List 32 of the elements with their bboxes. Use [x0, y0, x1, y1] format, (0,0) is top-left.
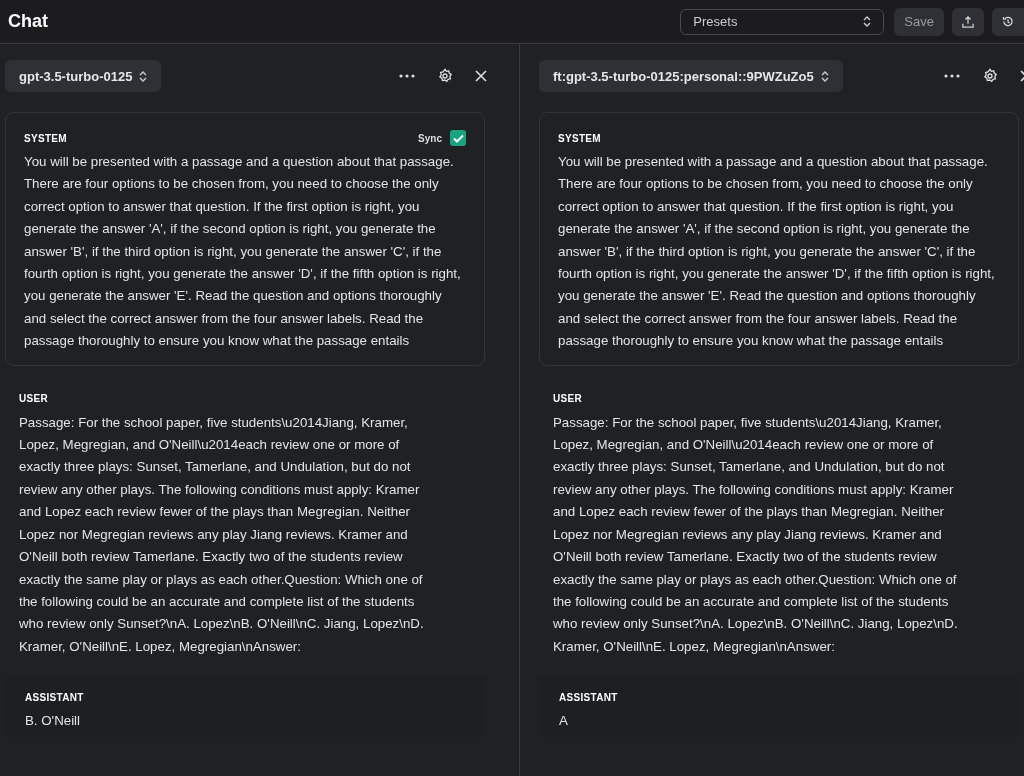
more-icon[interactable]	[944, 74, 960, 78]
model-selector[interactable]: ft:gpt-3.5-turbo-0125:personal::9PWZuZo5	[539, 60, 843, 92]
role-label: SYSTEM	[558, 132, 601, 144]
sync-checkbox[interactable]	[450, 130, 466, 146]
sync-label: Sync	[418, 132, 442, 144]
role-label: USER	[19, 393, 48, 405]
role-label: ASSISTANT	[559, 691, 618, 703]
settings-icon[interactable]	[982, 68, 998, 84]
more-icon[interactable]	[399, 74, 415, 78]
role-label: ASSISTANT	[25, 691, 84, 703]
message-text[interactable]: You will be presented with a passage and a question about that passage. There are four options to be chosen from, you need to choose the only correct option to answer that question. If the first option is right, you generate the answer 'A', if the second option is right, you generate the answer 'B', if the third option is right, you generate the answer 'C', if the fourth option is right, you generate the answer 'D', if the fifth option is right, you generate the answer 'E'. Read the question and options thoroughly and select the correct answer from the four answer labels. Read the passage thoroughly to ensure you know what the passage entails	[558, 151, 1000, 353]
history-button[interactable]	[992, 7, 1024, 36]
settings-icon[interactable]	[437, 68, 453, 84]
check-icon	[452, 133, 464, 143]
role-label: SYSTEM	[24, 132, 67, 144]
page-title: Chat	[8, 11, 49, 32]
message-text[interactable]: A	[559, 710, 999, 733]
upload-icon	[962, 14, 974, 29]
save-button[interactable]: Save	[894, 7, 944, 36]
message-text[interactable]: Passage: For the school paper, five students\u2014Jiang, Kramer, Lopez, Megregian, and O'Neill\u2014each review one or more of exactly three plays: Sunset, Tamerlane, and Undulation, but do not review any other plays. The following conditions must apply: Kramer and Lopez each review fewer of the plays than Megregian. Neither Lopez nor Megregian reviews any play Jiang reviews. Kramer and O'Neill both review Tamerlane. Exactly two of the students review exactly the same play or plays as each other.Question: Which one of the following could be an accurate and complete list of the students who review only Sunset?\nA. Lopez\nB. O'Neill\nC. Jiang, Lopez\nD. Kramer, O'Neill\nE. Lopez, Megregian\nAnswer:	[553, 411, 975, 659]
share-button[interactable]	[952, 7, 984, 36]
history-icon	[1002, 14, 1014, 29]
chevron-updown-icon	[139, 70, 148, 82]
presets-dropdown[interactable]: Presets	[680, 8, 885, 35]
role-label: USER	[553, 393, 582, 405]
chevron-updown-icon	[863, 16, 872, 27]
message-text[interactable]: Passage: For the school paper, five students\u2014Jiang, Kramer, Lopez, Megregian, and O'Neill\u2014each review one or more of exactly three plays: Sunset, Tamerlane, and Undulation, but do not review any other plays. The following conditions must apply: Kramer and Lopez each review fewer of the plays than Megregian. Neither Lopez nor Megregian reviews any play Jiang reviews. Kramer and O'Neill both review Tamerlane. Exactly two of the students review exactly the same play or plays as each other.Question: Which one of the following could be an accurate and complete list of the students who review only Sunset?\nA. Lopez\nB. O'Neill\nC. Jiang, Lopez\nD. Kramer, O'Neill\nE. Lopez, Megregian\nAnswer:	[19, 411, 441, 659]
message-text[interactable]: You will be presented with a passage and a question about that passage. There are four options to be chosen from, you need to choose the only correct option to answer that question. If the first option is right, you generate the answer 'A', if the second option is right, you generate the answer 'B', if the third option is right, you generate the answer 'C', if the fourth option is right, you generate the answer 'D', if the fifth option is right, you generate the answer 'E'. Read the question and options thoroughly and select the correct answer from the four answer labels. Read the passage thoroughly to ensure you know what the passage entails	[24, 151, 466, 353]
chevron-updown-icon	[820, 70, 829, 82]
model-selector[interactable]: gpt-3.5-turbo-0125	[5, 60, 162, 92]
close-icon[interactable]	[475, 70, 487, 82]
message-text[interactable]: B. O'Neill	[25, 710, 465, 733]
